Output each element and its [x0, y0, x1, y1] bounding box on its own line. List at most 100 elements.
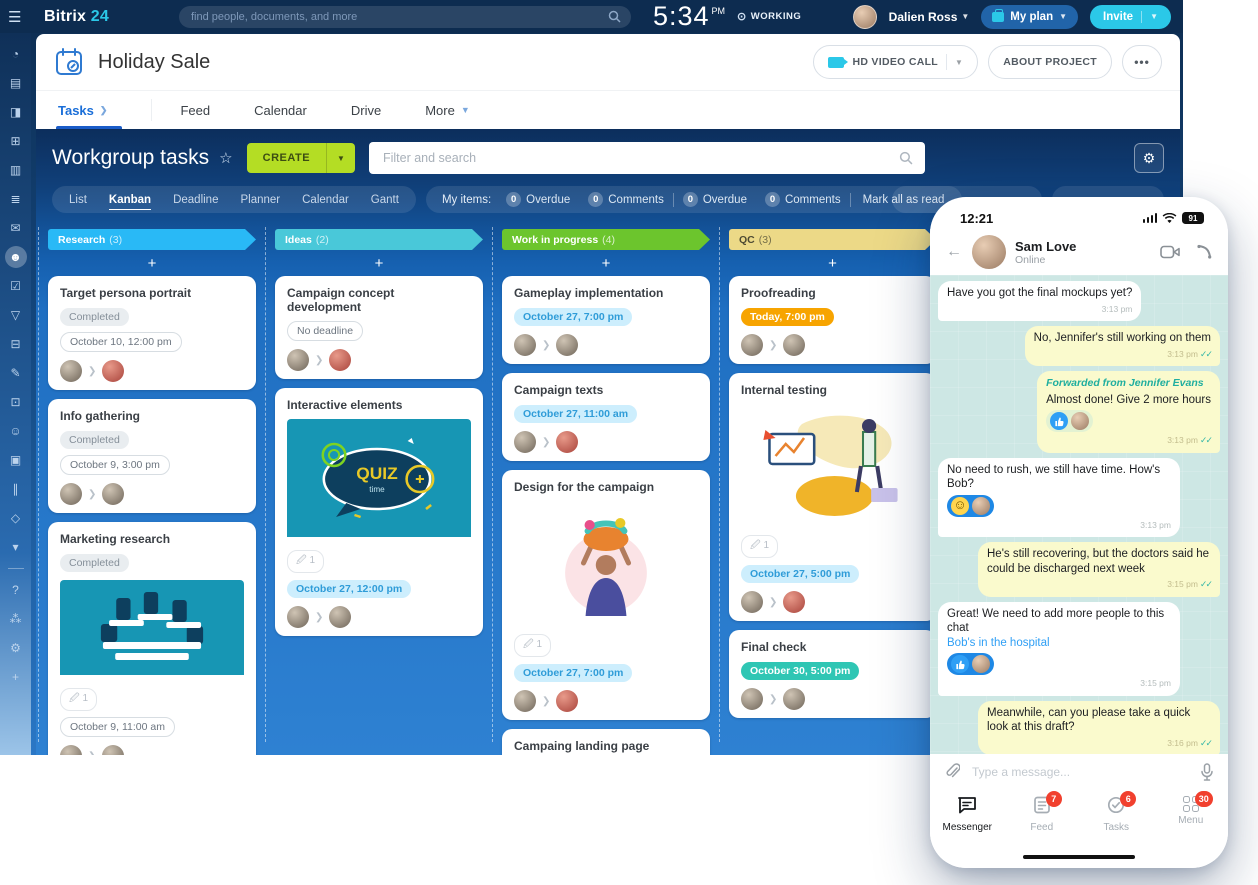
marketing-icon[interactable]: ☺ — [5, 420, 27, 442]
network-icon[interactable]: ⁂ — [5, 608, 27, 630]
chat-bubble-outgoing[interactable]: Meanwhile, can you please take a quick l… — [978, 701, 1220, 755]
contact-info[interactable]: Sam Love Online — [1015, 239, 1076, 266]
chat-bubble-incoming[interactable]: Have you got the final mockups yet?3:13 … — [938, 281, 1141, 321]
chat-bubble-outgoing[interactable]: Forwarded from Jennifer EvansAlmost done… — [1037, 371, 1220, 453]
collapse-icon[interactable]: ▾ — [5, 536, 27, 558]
view-tab-list[interactable]: List — [58, 186, 98, 213]
microphone-icon[interactable] — [1200, 763, 1214, 781]
board-settings-button[interactable]: ⚙ — [1134, 143, 1164, 173]
task-card[interactable]: Design for the campaign🖉 1October 27, 7:… — [502, 470, 710, 720]
analytics-icon[interactable]: ∥ — [5, 478, 27, 500]
view-tab-calendar[interactable]: Calendar — [291, 186, 360, 213]
task-card[interactable]: ProofreadingToday, 7:00 pm❯ — [729, 276, 936, 364]
creator-avatar[interactable] — [60, 360, 82, 382]
deadline-badge[interactable]: October 27, 5:00 pm — [741, 565, 859, 583]
creator-avatar[interactable] — [287, 606, 309, 628]
deadline-badge[interactable]: October 9, 11:00 am — [60, 717, 175, 737]
deadline-badge[interactable]: October 27, 11:00 am — [514, 405, 637, 423]
home-indicator[interactable] — [930, 846, 1228, 868]
global-search-input[interactable] — [189, 10, 608, 24]
assignee-avatar[interactable] — [102, 483, 124, 505]
assignee-avatar[interactable] — [102, 745, 124, 755]
drive-icon[interactable]: ≣ — [5, 188, 27, 210]
calendar-icon[interactable]: ⊞ — [5, 130, 27, 152]
tab-drive[interactable]: Drive — [351, 103, 381, 118]
column-header[interactable]: Research(3) — [48, 229, 256, 250]
help-icon[interactable]: ? — [5, 579, 27, 601]
view-tab-planner[interactable]: Planner — [229, 186, 291, 213]
developer-icon[interactable]: ◇ — [5, 507, 27, 529]
documents-icon[interactable]: ▥ — [5, 159, 27, 181]
start-page-icon[interactable]: ◔ — [5, 43, 27, 65]
settings-icon[interactable]: ⚙ — [5, 637, 27, 659]
assignee-avatar[interactable] — [102, 360, 124, 382]
creator-avatar[interactable] — [514, 690, 536, 712]
tasks-icon[interactable]: ☑ — [5, 275, 27, 297]
contact-avatar[interactable] — [972, 235, 1006, 269]
task-card[interactable]: Campaing landing pageOctober 30, 3:00 pm… — [502, 729, 710, 755]
deadline-badge[interactable]: October 27, 7:00 pm — [514, 664, 632, 682]
nav-messenger[interactable]: Messenger — [930, 796, 1005, 833]
assignee-avatar[interactable] — [556, 690, 578, 712]
assignee-avatar[interactable] — [329, 349, 351, 371]
tab-feed[interactable]: Feed — [180, 103, 210, 118]
view-tab-kanban[interactable]: Kanban — [98, 186, 162, 213]
column-header[interactable]: QC(3) — [729, 229, 936, 250]
deadline-badge[interactable]: October 9, 3:00 pm — [60, 455, 170, 475]
tab-more[interactable]: More▼ — [425, 103, 470, 118]
more-actions-button[interactable]: ••• — [1122, 45, 1162, 79]
message-link[interactable]: Bob's in the hospital — [947, 637, 1050, 649]
filter-search[interactable] — [369, 142, 925, 174]
video-call-icon[interactable] — [1160, 245, 1180, 259]
assignee-avatar[interactable] — [783, 334, 805, 356]
chat-bubble-outgoing[interactable]: No, Jennifer's still working on them3:13… — [1025, 326, 1220, 366]
attach-icon[interactable] — [944, 763, 960, 781]
filter-search-input[interactable] — [381, 150, 899, 166]
chat-bubble-incoming[interactable]: No need to rush, we still have time. How… — [938, 458, 1180, 538]
tab-tasks[interactable]: Tasks❯ — [58, 103, 107, 118]
creator-avatar[interactable] — [514, 334, 536, 356]
deadline-badge[interactable]: Today, 7:00 pm — [741, 308, 834, 326]
create-dropdown[interactable]: ▼ — [326, 143, 355, 173]
add-icon[interactable]: + — [5, 666, 27, 688]
crm-icon[interactable]: ▽ — [5, 304, 27, 326]
favorite-star-icon[interactable]: ☆ — [219, 149, 232, 167]
workgroups-icon[interactable]: ☻ — [5, 246, 27, 268]
task-card[interactable]: Info gatheringCompletedOctober 9, 3:00 p… — [48, 399, 256, 513]
deadline-badge[interactable]: October 10, 12:00 pm — [60, 332, 182, 352]
invite-button[interactable]: Invite ▼ — [1090, 5, 1171, 29]
reaction-pill[interactable] — [947, 653, 994, 675]
deadline-badge[interactable]: October 30, 5:00 pm — [741, 662, 859, 680]
assignee-avatar[interactable] — [329, 606, 351, 628]
column-header[interactable]: Work in progress(4) — [502, 229, 710, 250]
assignee-avatar[interactable] — [556, 431, 578, 453]
task-card[interactable]: Interactive elementsQUIZtime🖉 1October 2… — [275, 388, 483, 636]
create-task-button[interactable]: CREATE ▼ — [247, 143, 355, 173]
view-tab-gantt[interactable]: Gantt — [360, 186, 410, 213]
sites-icon[interactable]: ⊟ — [5, 333, 27, 355]
task-card[interactable]: Internal testing🖉 1October 27, 5:00 pm❯ — [729, 373, 936, 621]
counter-comments[interactable]: 0Comments — [579, 192, 673, 207]
creator-avatar[interactable] — [287, 349, 309, 371]
reaction-pill[interactable] — [1046, 410, 1093, 432]
feed-icon[interactable]: ▤ — [5, 72, 27, 94]
messenger-icon[interactable]: ◨ — [5, 101, 27, 123]
task-card[interactable]: Marketing researchCompleted🖉 1October 9,… — [48, 522, 256, 755]
my-plan-button[interactable]: My plan ▼ — [981, 5, 1078, 29]
assignee-avatar[interactable] — [783, 591, 805, 613]
back-icon[interactable]: ← — [946, 243, 962, 261]
working-status[interactable]: ⊙ WORKING — [737, 10, 801, 23]
assignee-avatar[interactable] — [556, 334, 578, 356]
creator-avatar[interactable] — [514, 431, 536, 453]
mail-icon[interactable]: ✉ — [5, 217, 27, 239]
assignee-avatar[interactable] — [783, 688, 805, 710]
task-card[interactable]: Campaign textsOctober 27, 11:00 am❯ — [502, 373, 710, 461]
user-menu[interactable]: Dalien Ross ▼ — [889, 10, 970, 24]
counter-overdue[interactable]: 0Overdue — [674, 192, 756, 207]
deadline-badge[interactable]: October 27, 12:00 pm — [287, 580, 411, 598]
reaction-pill[interactable]: ☺ — [947, 495, 994, 517]
message-input[interactable] — [970, 764, 1190, 780]
task-card[interactable]: Target persona portraitCompletedOctober … — [48, 276, 256, 390]
contact-center-icon[interactable]: ⊡ — [5, 391, 27, 413]
view-tab-deadline[interactable]: Deadline — [162, 186, 229, 213]
